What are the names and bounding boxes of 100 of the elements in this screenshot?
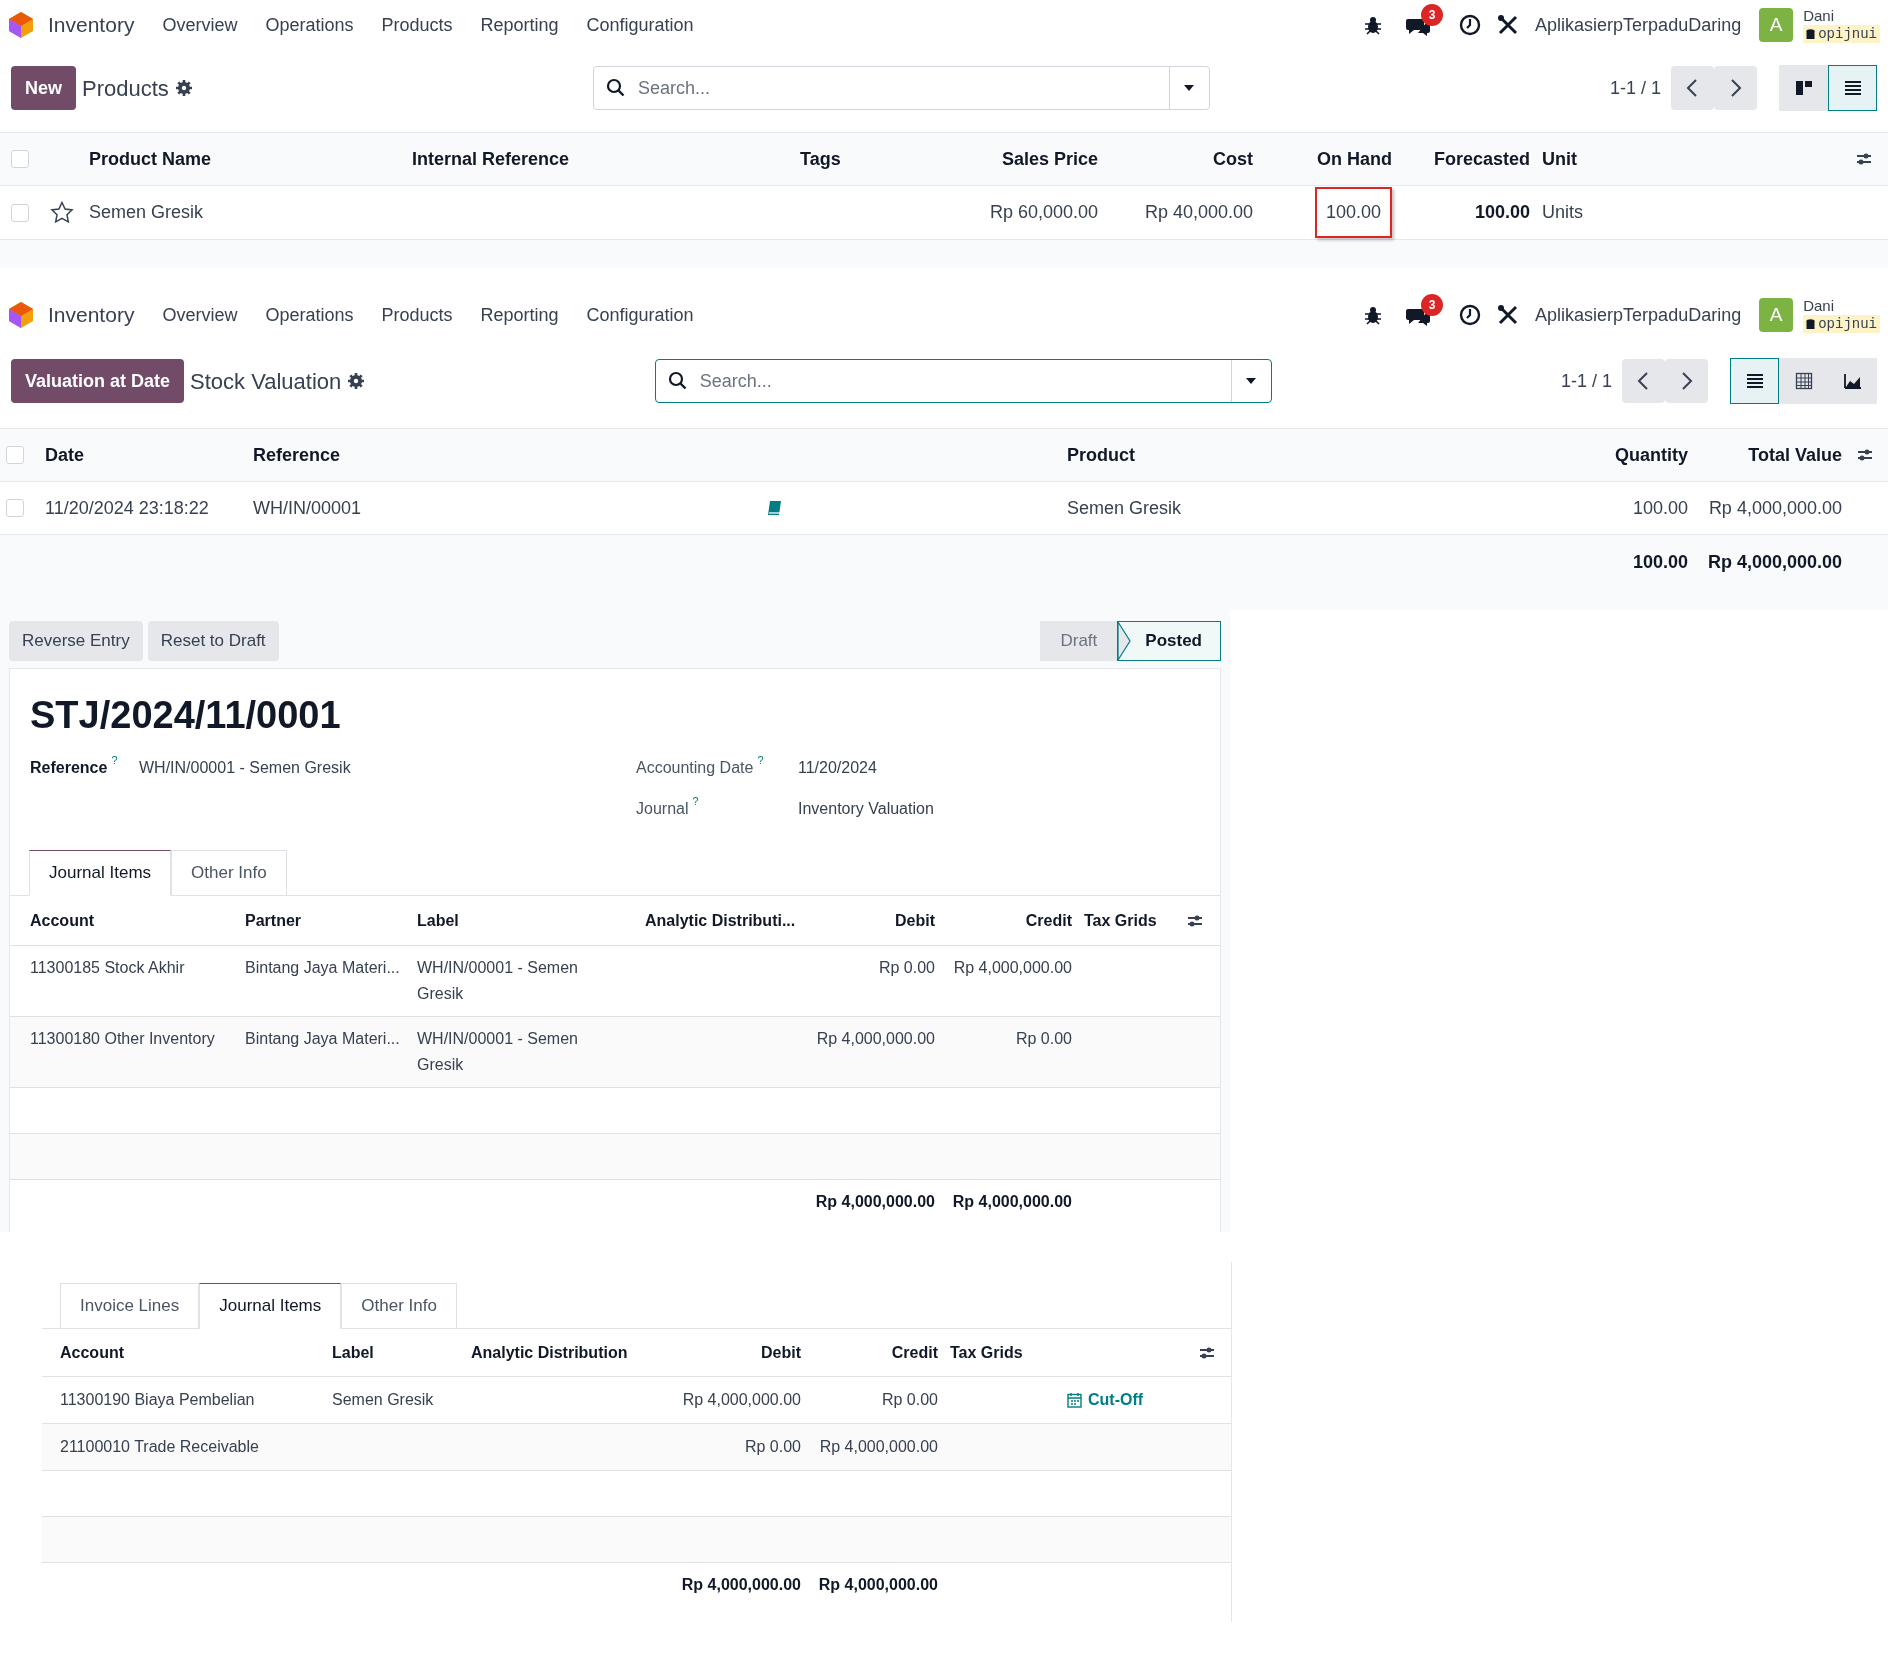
entry-title: STJ/2024/11/0001 <box>29 693 342 738</box>
column-header: Cost <box>1212 147 1253 171</box>
bug-icon[interactable] <box>1363 15 1384 35</box>
app-logo-icon[interactable] <box>8 301 34 329</box>
app-logo-icon[interactable] <box>8 11 34 39</box>
app-name[interactable]: Inventory <box>48 299 135 331</box>
clock-icon[interactable] <box>1459 14 1482 36</box>
clock-icon[interactable] <box>1459 304 1482 326</box>
caret-icon[interactable] <box>1245 377 1258 385</box>
table-cell-text: Rp 4,000,000.00 <box>953 958 1072 978</box>
field-label: Accounting Date <box>636 757 754 778</box>
tools-icon[interactable] <box>1497 304 1520 326</box>
checkbox[interactable] <box>11 150 29 168</box>
bug-icon[interactable] <box>1363 305 1384 325</box>
column-header: Analytic Distribution <box>471 1342 629 1363</box>
status-step[interactable]: Posted <box>1117 621 1221 661</box>
menu-item[interactable]: Products <box>381 301 453 329</box>
pager-value[interactable]: 1-1 / 1 <box>1609 74 1661 102</box>
view-button[interactable] <box>1828 65 1877 111</box>
table-cell-text: 11/20/2024 23:18:22 <box>45 496 210 520</box>
notification-badge: 3 <box>1421 4 1444 26</box>
user-name[interactable]: Dani <box>1803 7 1880 25</box>
column-header: Internal Reference <box>412 147 571 171</box>
column-header: Credit <box>1024 910 1072 931</box>
page-title: Products <box>82 74 169 103</box>
column-header: Account <box>30 910 95 931</box>
table-cell-text: WH/IN/00001 - Semen Gresik <box>417 958 579 1004</box>
list-view-icon <box>1842 78 1863 98</box>
table-cell-text: WH/IN/00001 - Semen Gresik <box>417 1029 579 1075</box>
column-header: Partner <box>245 910 303 931</box>
tab[interactable]: Invoice Lines <box>60 1283 200 1329</box>
view-button[interactable] <box>1730 358 1779 404</box>
table-cell-text: Semen Gresik <box>332 1390 434 1410</box>
column-header: Unit <box>1541 147 1578 171</box>
search-field[interactable]: Search... <box>654 359 1272 403</box>
cut-off-button[interactable]: Cut-Off <box>1067 1388 1144 1412</box>
column-header: Quantity <box>1614 443 1688 467</box>
chevron-left-icon[interactable] <box>1671 66 1714 110</box>
table-cell-text: Rp 4,000,000.00 <box>682 1390 801 1410</box>
menu-item[interactable]: Overview <box>162 11 238 39</box>
caret-icon[interactable] <box>1183 84 1196 92</box>
star-icon[interactable] <box>50 201 74 224</box>
table-cell-text: Rp 0.00 <box>881 1390 938 1410</box>
table-cell-text: 11300190 Biaya Pembelian <box>60 1390 255 1410</box>
primary-button[interactable]: Valuation at Date <box>11 359 185 403</box>
tools-icon[interactable] <box>1497 14 1520 36</box>
table-cell-text: 11300185 Stock Akhir <box>30 958 185 978</box>
table-cell-text: Rp 0.00 <box>1015 1029 1072 1049</box>
total-cell-text: Rp 4,000,000.00 <box>817 1575 938 1595</box>
menu-item[interactable]: Operations <box>265 301 354 329</box>
menu-item[interactable]: Configuration <box>586 301 694 329</box>
checkbox[interactable] <box>11 203 29 222</box>
help-mark[interactable]: ? <box>111 751 118 780</box>
action-button[interactable]: Reset to Draft <box>147 621 279 661</box>
total-cell-text: Rp 4,000,000.00 <box>1706 550 1842 574</box>
checkbox[interactable] <box>6 499 24 517</box>
settings-icon[interactable] <box>347 372 366 390</box>
chevron-left-icon[interactable] <box>1622 359 1665 403</box>
column-header: Tags <box>800 147 842 171</box>
app-name[interactable]: Inventory <box>48 9 135 41</box>
menu-item[interactable]: Reporting <box>480 11 559 39</box>
table-cell-text: 21100010 Trade Receivable <box>60 1437 259 1457</box>
column-header: Label <box>332 1342 375 1363</box>
total-cell-text: Rp 4,000,000.00 <box>814 1192 935 1212</box>
settings-icon[interactable] <box>174 79 193 97</box>
chevron-right-icon[interactable] <box>1714 66 1757 110</box>
menu-item[interactable]: Operations <box>265 11 354 39</box>
menu-item[interactable]: Products <box>381 11 453 39</box>
pager-value[interactable]: 1-1 / 1 <box>1561 367 1612 395</box>
table-cell-text: Units <box>1542 201 1583 224</box>
table-cell: 100.00 <box>1314 187 1392 238</box>
tab[interactable]: Journal Items <box>29 850 172 896</box>
menu-item[interactable]: Configuration <box>586 11 694 39</box>
column-header: Tax Grids <box>1084 910 1158 931</box>
company-name[interactable]: AplikasierpTerpaduDaring <box>1535 301 1742 329</box>
database-name: opijnui <box>1818 25 1877 43</box>
tab[interactable]: Journal Items <box>199 1283 342 1329</box>
primary-button[interactable]: New <box>11 66 76 110</box>
table-cell-text: Bintang Jaya Materi... <box>245 958 400 978</box>
tab[interactable]: Other Info <box>341 1283 457 1329</box>
page-title: Stock Valuation <box>190 367 342 396</box>
table-cell-text: 11300180 Other Inventory <box>30 1029 215 1049</box>
total-cell-text: 100.00 <box>1631 550 1688 574</box>
chevron-right-icon[interactable] <box>1665 359 1708 403</box>
checkbox[interactable] <box>6 446 24 464</box>
user-name[interactable]: Dani <box>1803 297 1880 315</box>
help-mark[interactable]: ? <box>757 751 764 780</box>
help-mark[interactable]: ? <box>692 792 699 821</box>
menu-item[interactable]: Overview <box>162 301 238 329</box>
total-cell-text: Rp 4,000,000.00 <box>951 1192 1072 1212</box>
table-cell-text: 100.00 <box>1474 201 1530 224</box>
column-header: Product <box>1067 443 1136 467</box>
company-name[interactable]: AplikasierpTerpaduDaring <box>1535 11 1742 39</box>
column-header: Total Value <box>1747 443 1842 467</box>
menu-item[interactable]: Reporting <box>480 301 559 329</box>
book-icon[interactable] <box>766 500 782 517</box>
tab[interactable]: Other Info <box>171 850 287 896</box>
action-button[interactable]: Reverse Entry <box>9 621 143 661</box>
table-cell-text: Rp 4,000,000.00 <box>816 1029 935 1049</box>
column-header: Analytic Distributi... <box>645 910 797 931</box>
